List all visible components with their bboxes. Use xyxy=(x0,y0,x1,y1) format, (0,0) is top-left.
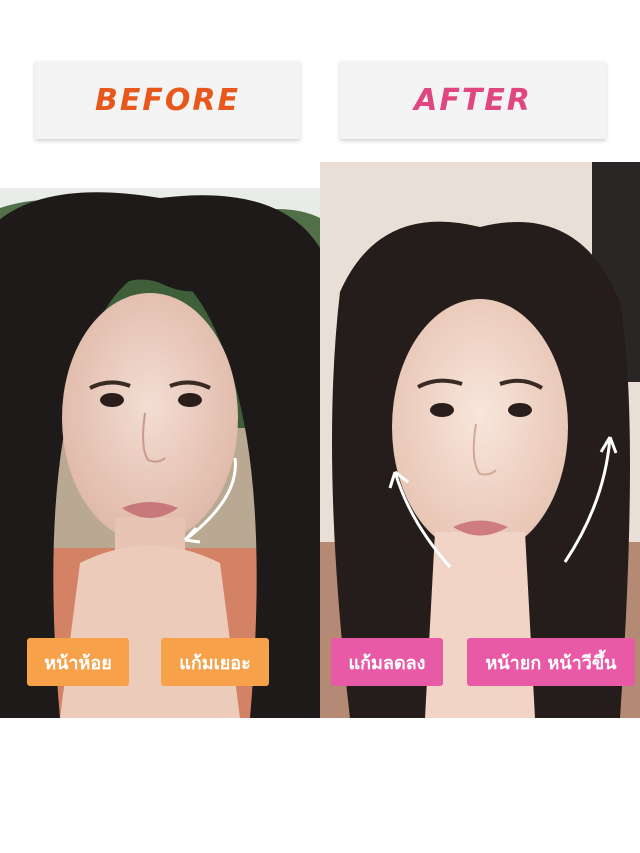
after-tag-reduced-cheeks: แก้มลดลง xyxy=(331,638,443,686)
after-title-card: AFTER xyxy=(340,61,606,139)
after-tag-lifted-vshape: หน้ายก หน้าวีขึ้น xyxy=(467,638,635,686)
after-title: AFTER xyxy=(414,82,532,118)
before-tag-chubby-cheeks: แก้มเยอะ xyxy=(161,638,269,686)
after-photo xyxy=(320,162,640,718)
before-tag-sagging-face: หน้าห้อย xyxy=(27,638,129,686)
before-title-card: BEFORE xyxy=(35,61,300,139)
before-title: BEFORE xyxy=(95,82,240,118)
